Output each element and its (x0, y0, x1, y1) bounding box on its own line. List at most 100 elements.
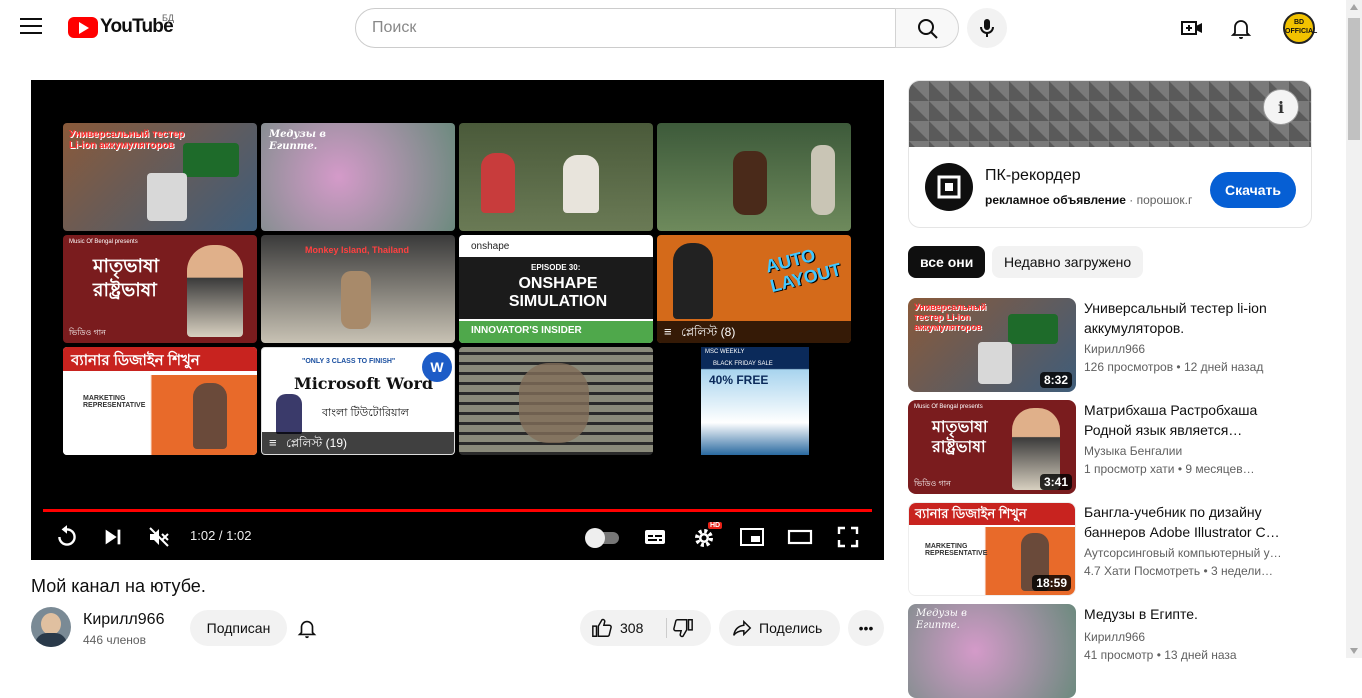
playlist-badge: প্লেলিস্ট (8) (657, 321, 851, 343)
autoplay-toggle[interactable] (583, 522, 619, 552)
recommendation-item[interactable]: Медузы в Египте. Медузы в Египте. Кирилл… (908, 604, 1312, 698)
tile-graphic (481, 153, 515, 213)
ad-domain: порошок.г (1136, 193, 1193, 207)
thumbs-up-icon (592, 618, 612, 637)
tile-subtitle: MSC WEEKLY (705, 349, 745, 355)
endscreen-tile[interactable] (459, 123, 653, 231)
account-avatar[interactable]: BD OFFICIAL (1283, 12, 1317, 44)
notification-bell-button[interactable] (296, 617, 318, 639)
tile-subtitle: "ONLY 3 CLASS TO FINISH" (302, 358, 396, 365)
tile-caption: ভিডিও গান (69, 328, 106, 337)
endscreen-tile[interactable]: Медузы в Египте. (261, 123, 455, 231)
recommendation-channel[interactable]: Кирилл966 (1084, 342, 1294, 356)
progress-bar[interactable] (43, 509, 872, 512)
share-button[interactable]: Поделись (719, 610, 840, 646)
video-title: Мой канал на ютубе. (31, 576, 206, 596)
chip-recently-uploaded[interactable]: Недавно загружено (992, 246, 1144, 278)
more-actions-button[interactable]: ••• (848, 610, 884, 646)
scroll-down-arrow-icon[interactable] (1350, 648, 1358, 654)
playlist-badge: প্লেলিস্ট (19) (262, 432, 454, 454)
endscreen-tile[interactable]: AUTO LAYOUT প্লেলিস্ট (8) (657, 235, 851, 343)
download-button[interactable]: Скачать (1210, 172, 1296, 208)
video-player[interactable]: Универсальный тестер Li-ion аккумуляторо… (31, 80, 884, 560)
youtube-logo[interactable]: YouTube БД (68, 13, 174, 38)
avatar-body (35, 633, 67, 647)
channel-avatar[interactable] (31, 607, 71, 647)
endscreen-tile[interactable]: "ONLY 3 CLASS TO FINISH" Microsoft Word … (261, 347, 455, 455)
share-icon (733, 619, 752, 637)
view-count: 1 просмотр хати (1084, 462, 1175, 476)
endscreen-tile[interactable]: MSC WEEKLY BLACK FRIDAY SALE 40% FREE (657, 347, 851, 455)
share-label: Поделись (759, 620, 823, 636)
chip-all[interactable]: все они (908, 246, 986, 278)
tile-graphic (673, 243, 713, 319)
recommendation-channel[interactable]: Кирилл966 (1084, 630, 1294, 644)
tile-graphic (147, 173, 187, 221)
endscreen-tile[interactable]: onshape EPISODE 30: ONSHAPE SIMULATION I… (459, 235, 653, 343)
video-thumbnail[interactable]: Медузы в Египте. (908, 604, 1076, 698)
scrollbar-thumb[interactable] (1348, 18, 1360, 140)
tile-graphic (563, 155, 599, 213)
tile-graphic (519, 363, 589, 443)
recommendation-title[interactable]: Бангла-учебник по дизайну баннеров Adobe… (1084, 502, 1294, 542)
endscreen-tile[interactable] (657, 123, 851, 231)
view-count: 4.7 Хати Посмотреть (1084, 564, 1201, 578)
tile-brand: onshape (471, 241, 510, 252)
subtitles-button[interactable] (637, 522, 673, 552)
duration-badge: 18:59 (1032, 575, 1071, 591)
recommendation-title[interactable]: Универсальный тестер li-ion аккумуляторо… (1084, 298, 1294, 338)
ad-info-icon[interactable]: i (1263, 89, 1299, 125)
search-input[interactable]: Поиск (355, 8, 896, 48)
channel-name[interactable]: Кирилл966 (83, 611, 164, 629)
ad-banner[interactable] (909, 81, 1311, 147)
dislike-button[interactable] (668, 610, 711, 646)
search-button[interactable] (895, 8, 959, 48)
recommendation-title[interactable]: Медузы в Египте. (1084, 604, 1294, 624)
notifications-button[interactable] (1221, 8, 1261, 48)
voice-search-button[interactable] (967, 8, 1007, 48)
recommendation-meta: 41 просмотр • 13 дней наза (1084, 648, 1237, 662)
endscreen-tile[interactable] (459, 347, 653, 455)
recommendation-item[interactable]: Универсальный тестер Li-ion аккумуляторо… (908, 298, 1312, 392)
theater-mode-button[interactable] (782, 522, 818, 552)
video-thumbnail[interactable]: ব্যানার ডিজাইন শিখুন MARKETING REPRESENT… (908, 502, 1076, 596)
recommendation-title[interactable]: Матрибхаша Растробхаша Родной язык являе… (1084, 400, 1294, 440)
scroll-up-arrow-icon[interactable] (1350, 4, 1358, 10)
thumbnail-subtitle: MARKETING REPRESENTATIVE (925, 543, 988, 557)
endscreen-tile[interactable]: Music Of Bengal presents মাতৃভাষা রাষ্ট্… (63, 235, 257, 343)
recommendation-item[interactable]: Music Of Bengal presents মাতৃভাষা রাষ্ট্… (908, 400, 1312, 494)
view-count: 41 просмотр (1084, 648, 1154, 662)
fullscreen-button[interactable] (830, 522, 866, 552)
video-thumbnail[interactable]: Music Of Bengal presents মাতৃভাষা রাষ্ট্… (908, 400, 1076, 494)
recommendation-channel[interactable]: Музыка Бенгалии (1084, 444, 1294, 458)
endscreen-tile[interactable]: Универсальный тестер Li-ion аккумуляторо… (63, 123, 257, 231)
tile-graphic (187, 245, 243, 337)
ad-separator: · (1129, 193, 1134, 207)
endscreen-tile[interactable]: ব্যানার ডিজাইন শিখুন MARKETING REPRESENT… (63, 347, 257, 455)
ad-title[interactable]: ПК-рекордер (985, 167, 1081, 185)
settings-button[interactable]: HD (686, 522, 723, 552)
divider (666, 618, 667, 638)
top-bar: YouTube БД Поиск BD OFFICIAL (0, 0, 1346, 56)
replay-button[interactable] (49, 522, 85, 552)
fullscreen-icon (837, 526, 859, 548)
mute-button[interactable] (141, 522, 177, 552)
ad-logo-icon[interactable] (925, 163, 973, 211)
menu-icon[interactable] (20, 18, 42, 36)
tile-title: মাতৃভাষা রাষ্ট্রভাষা (93, 256, 159, 301)
recommendation-item[interactable]: ব্যানার ডিজাইন শিখুন MARKETING REPRESENT… (908, 502, 1312, 596)
subscribe-button[interactable]: Подписан (190, 610, 287, 646)
like-button[interactable]: 308 (580, 610, 664, 646)
next-button[interactable] (95, 522, 131, 552)
upload-age: 12 дней назад (1183, 360, 1264, 374)
tile-title: ব্যানার ডিজাইন শিখুন (71, 352, 200, 369)
word-logo-icon: W (422, 352, 452, 382)
ad-card[interactable]: i ПК-рекордер рекламное объявление · пор… (908, 80, 1312, 228)
tile-title: AUTO LAYOUT (763, 245, 844, 297)
endscreen-tile[interactable]: Monkey Island, Thailand (261, 235, 455, 343)
miniplayer-button[interactable] (734, 522, 770, 552)
thumbs-down-icon (673, 619, 693, 638)
recommendation-channel[interactable]: Аутсорсинговый компьютерный у… (1084, 546, 1294, 560)
video-thumbnail[interactable]: Универсальный тестер Li-ion аккумуляторо… (908, 298, 1076, 392)
create-button[interactable] (1172, 8, 1212, 48)
